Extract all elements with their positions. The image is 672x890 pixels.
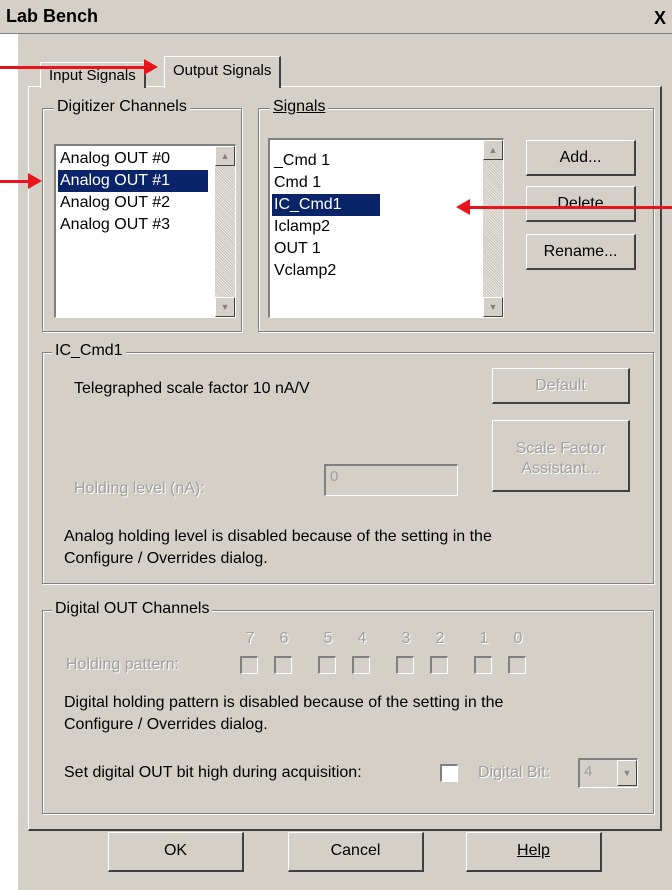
signal-details-label: IC_Cmd1 <box>52 342 126 360</box>
scale-factor-text: Telegraphed scale factor 10 nA/V <box>74 380 310 397</box>
signals-list[interactable]: _Cmd 1 Cmd 1 IC_Cmd1 Iclamp2 OUT 1 Vclam… <box>268 138 504 318</box>
bit-label-4: 4 <box>357 630 367 647</box>
bit-label-1: 1 <box>479 630 489 647</box>
help-button[interactable]: Help <box>466 832 602 872</box>
holding-bit-4-checkbox[interactable] <box>352 656 370 674</box>
digitizer-scrollbar[interactable]: ▲ ▼ <box>215 146 235 317</box>
list-item[interactable]: Analog OUT #0 <box>58 148 172 170</box>
digital-disabled-note-line1: Digital holding pattern is disabled beca… <box>64 694 504 711</box>
bit-high-checkbox[interactable] <box>440 764 458 782</box>
add-button[interactable]: Add... <box>526 140 636 176</box>
bit-label-0: 0 <box>513 630 523 647</box>
close-button[interactable]: X <box>648 8 672 30</box>
ok-button[interactable]: OK <box>108 832 244 872</box>
tab-output-signals[interactable]: Output Signals <box>164 56 282 88</box>
bit-high-label: Set digital OUT bit high during acquisit… <box>64 764 362 781</box>
bit-label-5: 5 <box>323 630 333 647</box>
scale-assistant-line2: Assistant... <box>521 460 600 477</box>
scroll-up-icon[interactable]: ▲ <box>483 140 503 160</box>
digital-out-group <box>42 610 654 814</box>
holding-bit-0-checkbox[interactable] <box>508 656 526 674</box>
holding-bit-2-checkbox[interactable] <box>430 656 448 674</box>
default-button[interactable]: Default <box>492 368 630 404</box>
analog-disabled-note-line2: Configure / Overrides dialog. <box>64 550 268 567</box>
holding-level-label: Holding level (nA): <box>74 480 205 497</box>
holding-pattern-label: Holding pattern: <box>66 656 179 673</box>
arrow-head-icon <box>456 199 470 215</box>
holding-bit-3-checkbox[interactable] <box>396 656 414 674</box>
list-item[interactable]: Analog OUT #2 <box>58 192 172 214</box>
digital-disabled-note-line2: Configure / Overrides dialog. <box>64 716 268 733</box>
list-item-selected[interactable]: IC_Cmd1 <box>272 194 380 216</box>
arrow-head-icon <box>144 59 158 75</box>
bit-label-3: 3 <box>401 630 411 647</box>
rename-button[interactable]: Rename... <box>526 234 636 270</box>
bit-label-2: 2 <box>435 630 445 647</box>
list-item[interactable]: _Cmd 1 <box>272 150 332 172</box>
annotation-arrow-tab <box>0 66 146 69</box>
digital-bit-select[interactable]: 4 ▼ <box>578 758 638 788</box>
holding-bit-6-checkbox[interactable] <box>274 656 292 674</box>
scale-factor-assistant-button[interactable]: Scale Factor Assistant... <box>492 420 630 492</box>
list-item[interactable]: Vclamp2 <box>272 260 338 282</box>
annotation-arrow-digitizer <box>0 180 30 183</box>
signals-scrollbar[interactable]: ▲ ▼ <box>483 140 503 317</box>
signals-label: Signals <box>270 98 329 116</box>
cancel-button[interactable]: Cancel <box>288 832 424 872</box>
arrow-head-icon <box>28 173 42 189</box>
chevron-down-icon[interactable]: ▼ <box>617 760 637 786</box>
scroll-down-icon[interactable]: ▼ <box>483 297 503 317</box>
bit-label-6: 6 <box>279 630 289 647</box>
digital-bit-value: 4 <box>584 763 593 780</box>
holding-bit-5-checkbox[interactable] <box>318 656 336 674</box>
scroll-up-icon[interactable]: ▲ <box>215 146 235 166</box>
holding-bit-1-checkbox[interactable] <box>474 656 492 674</box>
scale-assistant-line1: Scale Factor <box>515 440 606 457</box>
window-title: Lab Bench <box>6 6 99 26</box>
list-item-selected[interactable]: Analog OUT #1 <box>58 170 208 192</box>
list-item[interactable]: Iclamp2 <box>272 216 332 238</box>
digital-bit-label: Digital Bit: <box>478 764 551 781</box>
delete-button[interactable]: Delete <box>526 186 636 222</box>
holding-level-field[interactable]: 0 <box>324 464 458 496</box>
digitizer-channels-label: Digitizer Channels <box>54 98 190 116</box>
title-bar[interactable]: Lab Bench X <box>0 0 672 34</box>
list-item[interactable]: OUT 1 <box>272 238 323 260</box>
list-item[interactable]: Cmd 1 <box>272 172 323 194</box>
holding-bit-7-checkbox[interactable] <box>240 656 258 674</box>
annotation-arrow-signal <box>470 206 672 209</box>
digitizer-channels-list[interactable]: Analog OUT #0 Analog OUT #1 Analog OUT #… <box>54 144 236 318</box>
list-item[interactable]: Analog OUT #3 <box>58 214 172 236</box>
analog-disabled-note-line1: Analog holding level is disabled because… <box>64 528 492 545</box>
digital-out-label: Digital OUT Channels <box>52 600 213 618</box>
scroll-down-icon[interactable]: ▼ <box>215 297 235 317</box>
bit-label-7: 7 <box>245 630 255 647</box>
